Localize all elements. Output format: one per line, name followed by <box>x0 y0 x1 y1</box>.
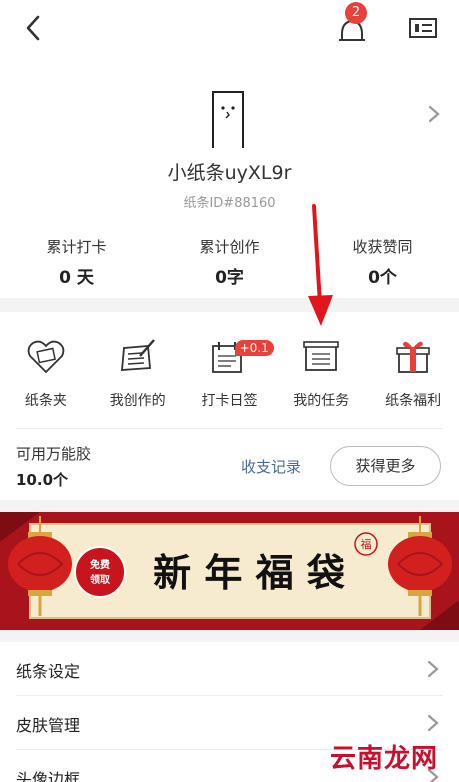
grid-item-creations[interactable]: 我创作的 <box>92 330 184 420</box>
records-link[interactable]: 收支记录 <box>241 456 301 477</box>
banner-badge-line2: 领取 <box>90 573 111 586</box>
new-year-banner[interactable]: 免费 领取 新 年 福 袋 福 <box>0 512 459 630</box>
grid-label: 我创作的 <box>109 393 166 409</box>
banner-title: 新 年 福 袋 <box>153 550 345 595</box>
watermark: 云南龙网 <box>330 744 439 774</box>
grid-item-folder[interactable]: 纸条夹 <box>0 330 92 420</box>
wallet-label: 可用万能胶 <box>16 445 92 463</box>
profile-card-icon[interactable] <box>408 14 438 42</box>
grid-label: 纸条夹 <box>24 393 67 409</box>
feature-grid: 纸条夹 我创作的 +0.1 打卡日签 我的任务 纸条福利 <box>0 330 459 420</box>
stat-value: 0字 <box>215 268 244 288</box>
stat-checkin: 累计打卡 0 天 <box>0 236 153 288</box>
stat-creation: 累计创作 0字 <box>153 236 306 288</box>
grid-item-tasks[interactable]: 我的任务 <box>275 330 367 420</box>
menu-label: 皮肤管理 <box>16 716 81 735</box>
task-scroll-icon <box>303 341 340 371</box>
stat-label: 累计创作 <box>199 238 260 256</box>
heart-folder-icon <box>27 340 65 374</box>
grid-item-welfare[interactable]: 纸条福利 <box>367 330 459 420</box>
stat-value: 0 天 <box>59 268 94 288</box>
chevron-right-icon <box>427 660 439 678</box>
grid-label: 我的任务 <box>293 393 350 409</box>
grid-label: 纸条福利 <box>385 393 442 409</box>
grid-item-checkin[interactable]: +0.1 打卡日签 <box>184 330 276 420</box>
get-more-button[interactable]: 获得更多 <box>330 446 441 486</box>
checkin-badge: +0.1 <box>234 340 274 356</box>
avatar[interactable] <box>211 90 245 148</box>
back-arrow-icon[interactable] <box>20 14 48 42</box>
nickname: 小纸条uyXL9r <box>167 162 292 184</box>
menu-label: 纸条设定 <box>16 662 81 681</box>
section-gap <box>0 298 459 312</box>
banner-seal: 福 <box>361 537 372 551</box>
section-gap <box>0 630 459 642</box>
banner-badge-line1: 免费 <box>90 558 110 571</box>
stats-row: 累计打卡 0 天 累计创作 0字 收获赞同 0个 <box>0 236 459 288</box>
section-gap <box>0 500 459 512</box>
menu-label: 头像边框 <box>16 770 81 782</box>
stat-label: 累计打卡 <box>46 238 107 256</box>
divider <box>16 428 443 429</box>
profile-chevron-right-icon[interactable] <box>426 104 442 124</box>
user-id: 纸条ID#88160 <box>183 196 276 211</box>
pen-note-icon <box>120 339 155 371</box>
gift-box-icon <box>396 341 430 373</box>
wallet-value: 10.0个 <box>16 471 69 489</box>
annotation-arrow <box>308 204 333 326</box>
top-bar: 2 <box>0 0 459 58</box>
grid-label: 打卡日签 <box>201 393 258 409</box>
notification-badge: 2 <box>345 2 367 24</box>
menu-item-settings[interactable]: 纸条设定 <box>0 642 459 696</box>
chevron-right-icon <box>427 714 439 732</box>
